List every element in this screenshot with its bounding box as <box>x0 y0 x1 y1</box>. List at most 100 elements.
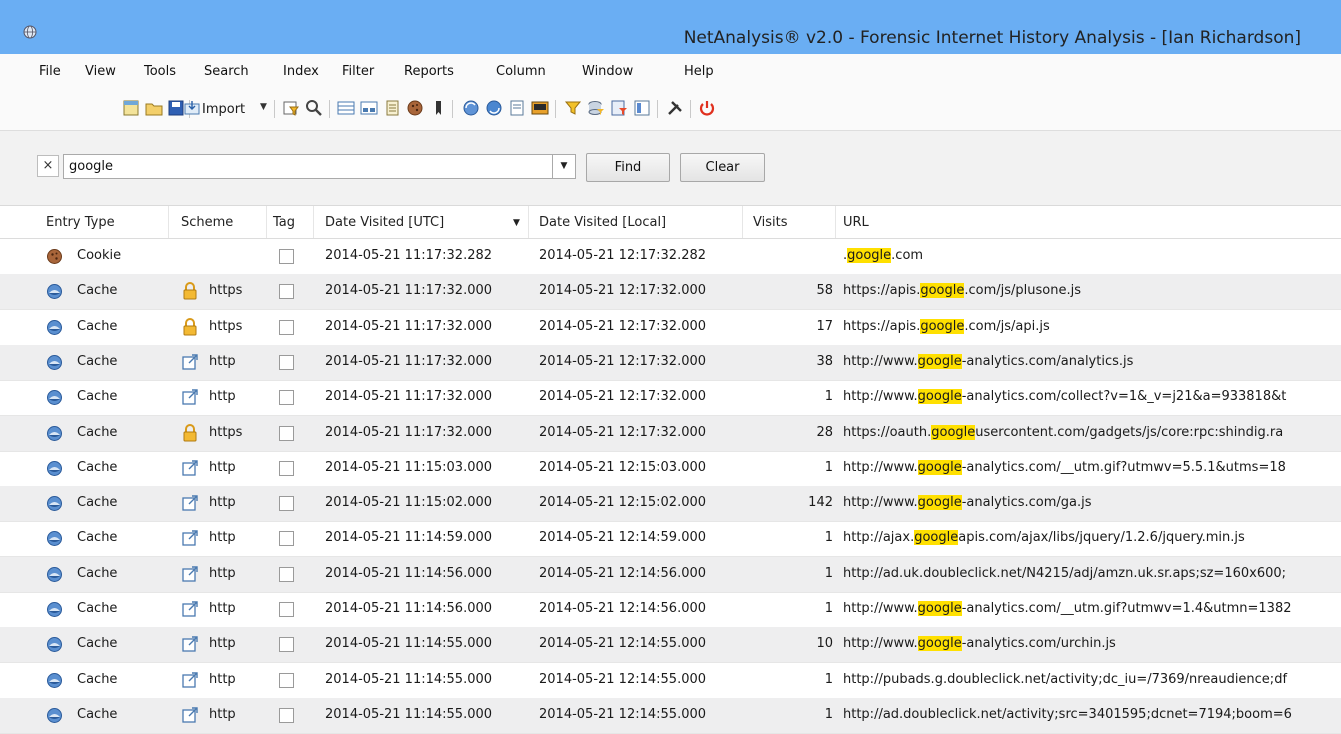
cache-globe-icon <box>46 672 63 689</box>
table-row[interactable]: Cache http 2014-05-21 11:14:59.000 2014-05-… <box>0 521 1341 558</box>
toolbar: Import ▼ <box>0 90 1341 131</box>
page-list-icon[interactable] <box>507 98 527 118</box>
report-filter-icon[interactable] <box>609 98 629 118</box>
visits-cell: 1 <box>824 671 833 687</box>
menu-help[interactable]: Help <box>684 64 714 79</box>
table-row[interactable]: Cache https 2014-05-21 11:17:32.000 2014-05… <box>0 310 1341 346</box>
column-date-utc[interactable]: Date Visited [UTC] <box>325 215 444 230</box>
properties-icon[interactable] <box>632 98 652 118</box>
url-cell: https://apis.google.com/js/plusone.js <box>843 283 1082 299</box>
column-date-local[interactable]: Date Visited [Local] <box>539 215 666 230</box>
visits-cell: 1 <box>824 459 833 475</box>
column-url[interactable]: URL <box>843 215 869 230</box>
date-utc-cell: 2014-05-21 11:14:56.000 <box>325 565 493 581</box>
search-history-dropdown-icon[interactable]: ▼ <box>552 154 576 179</box>
column-visits[interactable]: Visits <box>753 215 787 230</box>
table-row[interactable]: Cache http 2014-05-21 11:14:56.000 2014-05-… <box>0 556 1341 593</box>
table-row[interactable]: Cookie 2014-05-21 11:17:32.282 2014-05-21 … <box>0 239 1341 275</box>
import-icon[interactable] <box>182 98 202 118</box>
entry-type-cell: Cache <box>77 353 118 369</box>
filter-funnel-icon[interactable] <box>563 98 583 118</box>
menu-filter[interactable]: Filter <box>342 64 374 79</box>
tag-checkbox[interactable] <box>279 566 294 582</box>
sort-descending-icon[interactable]: ▼ <box>513 218 520 228</box>
split-view-icon[interactable] <box>359 98 379 118</box>
url-cell: https://oauth.googleusercontent.com/gadg… <box>843 424 1284 440</box>
table-row[interactable]: Cache http 2014-05-21 11:17:32.000 2014-05-… <box>0 380 1341 417</box>
column-tag[interactable]: Tag <box>273 215 295 230</box>
visits-cell: 1 <box>824 601 833 616</box>
date-utc-cell: 2014-05-21 11:14:59.000 <box>325 530 493 546</box>
table-row[interactable]: Cache http 2014-05-21 11:14:55.000 2014-05-… <box>0 627 1341 664</box>
document-icon[interactable] <box>382 98 402 118</box>
url-cell: http://www.google-analytics.com/analytic… <box>843 353 1134 369</box>
table-row[interactable]: Cache http 2014-05-21 11:14:56.000 2014-05-… <box>0 592 1341 628</box>
tag-checkbox[interactable] <box>279 425 294 441</box>
results-grid: Entry Type Scheme Tag Date Visited [UTC]… <box>0 206 1341 734</box>
search-match-highlight: google <box>917 636 962 652</box>
image-viewer-icon[interactable] <box>530 98 550 118</box>
database-filter-icon[interactable] <box>586 98 606 118</box>
sync-globe-icon[interactable] <box>484 98 504 118</box>
entry-type-cell: Cache <box>77 495 118 511</box>
menu-index[interactable]: Index <box>283 64 319 79</box>
scheme-cell: http <box>209 706 236 722</box>
column-scheme[interactable]: Scheme <box>181 215 233 230</box>
visits-cell: 1 <box>824 389 833 405</box>
tag-checkbox[interactable] <box>279 319 294 335</box>
cache-globe-icon <box>46 354 63 371</box>
cache-globe-icon <box>46 425 63 442</box>
tools-icon[interactable] <box>665 98 685 118</box>
grid-view-icon[interactable] <box>336 98 356 118</box>
column-entry-type[interactable]: Entry Type <box>46 215 115 230</box>
table-row[interactable]: Cache https 2014-05-21 11:17:32.000 2014-05… <box>0 274 1341 311</box>
external-link-icon <box>181 671 199 689</box>
menu-file[interactable]: File <box>39 64 61 79</box>
tag-checkbox[interactable] <box>279 249 294 264</box>
import-dropdown-arrow-icon[interactable]: ▼ <box>260 102 267 112</box>
date-utc-cell: 2014-05-21 11:17:32.000 <box>325 353 493 369</box>
visits-cell: 1 <box>824 565 833 581</box>
external-link-icon <box>181 706 199 724</box>
table-row[interactable]: Cache http 2014-05-21 11:14:55.000 2014-05-… <box>0 663 1341 699</box>
find-button[interactable]: Find <box>586 153 670 182</box>
power-exit-icon[interactable] <box>697 98 717 118</box>
search-magnifier-icon[interactable] <box>304 98 324 118</box>
menu-window[interactable]: Window <box>582 64 633 79</box>
tag-checkbox[interactable] <box>279 354 294 370</box>
table-row[interactable]: Cache http 2014-05-21 11:17:32.000 2014-05-… <box>0 344 1341 381</box>
app-globe-icon[interactable] <box>23 25 37 43</box>
new-case-icon[interactable] <box>121 98 141 118</box>
scheme-cell: http <box>209 389 236 405</box>
menu-search[interactable]: Search <box>204 64 249 79</box>
tag-checkbox[interactable] <box>279 390 294 406</box>
visits-cell: 17 <box>816 318 833 334</box>
tag-checkbox[interactable] <box>279 496 294 512</box>
tag-checkbox[interactable] <box>279 284 294 300</box>
table-row[interactable]: Cache http 2014-05-21 11:14:55.000 2014-05-… <box>0 697 1341 734</box>
tag-checkbox[interactable] <box>279 531 294 547</box>
open-folder-icon[interactable] <box>144 98 164 118</box>
filter-wizard-icon[interactable] <box>281 98 301 118</box>
scheme-cell: http <box>209 353 236 369</box>
import-button[interactable]: Import <box>202 102 245 117</box>
bookmark-icon[interactable] <box>428 98 448 118</box>
table-row[interactable]: Cache http 2014-05-21 11:15:03.000 2014-05-… <box>0 451 1341 487</box>
menu-view[interactable]: View <box>85 64 116 79</box>
tag-checkbox[interactable] <box>279 672 294 688</box>
refresh-globe-icon[interactable] <box>461 98 481 118</box>
menu-reports[interactable]: Reports <box>404 64 454 79</box>
tag-checkbox[interactable] <box>279 602 294 617</box>
entry-type-cell: Cache <box>77 424 118 440</box>
search-input[interactable] <box>63 154 553 179</box>
menu-tools[interactable]: Tools <box>144 64 176 79</box>
table-row[interactable]: Cache https 2014-05-21 11:17:32.000 2014-05… <box>0 415 1341 452</box>
clear-search-icon[interactable]: × <box>37 155 59 177</box>
table-row[interactable]: Cache http 2014-05-21 11:15:02.000 2014-05-… <box>0 486 1341 523</box>
clear-button[interactable]: Clear <box>680 153 765 182</box>
tag-checkbox[interactable] <box>279 637 294 653</box>
tag-checkbox[interactable] <box>279 460 294 476</box>
menu-column[interactable]: Column <box>496 64 546 79</box>
cookie-toolbar-icon[interactable] <box>405 98 425 118</box>
tag-checkbox[interactable] <box>279 707 294 723</box>
